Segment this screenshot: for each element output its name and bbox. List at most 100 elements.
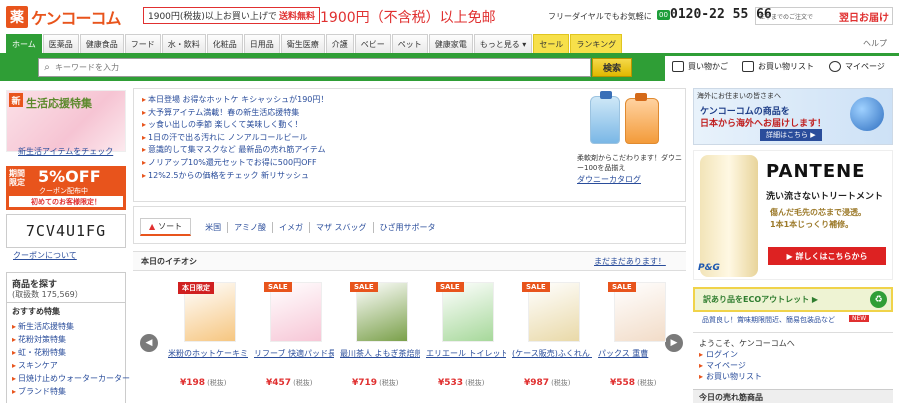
recommend-item[interactable]: スキンケア bbox=[12, 359, 130, 372]
coupon-info-link[interactable]: クーポンについて bbox=[13, 250, 77, 261]
product-price: ¥457 (税抜) bbox=[266, 378, 313, 388]
news-list: 本日登場 お得なホットケ キシャッシュが190円！大予算アイテム満載！春の新生活… bbox=[142, 94, 328, 182]
downy-bottle-orange[interactable] bbox=[625, 93, 659, 144]
new-life-caption-link[interactable]: 新生活アイテムをチェック bbox=[18, 146, 113, 157]
coupon-banner[interactable]: 期間限定 5%OFF クーポン配布中 初めてのお客様限定！ bbox=[6, 166, 126, 210]
product-name[interactable]: エリエール トイレットティシュー bbox=[426, 348, 506, 359]
nav-tab-9[interactable]: ベビー bbox=[354, 34, 391, 53]
nav-tab-2[interactable]: 健康食品 bbox=[79, 34, 124, 53]
cart-icon bbox=[672, 61, 684, 72]
product-name[interactable]: パックス 重曹 bbox=[598, 348, 678, 359]
nav-tab-5[interactable]: 化粧品 bbox=[206, 34, 243, 53]
recommend-item[interactable]: ブランド特集 bbox=[12, 385, 130, 398]
nav-tab-6[interactable]: 日用品 bbox=[243, 34, 280, 53]
pantene-tagline: 洗い流さないトリートメント bbox=[766, 192, 884, 202]
overseas-label: 海外にお住まいの皆さまへ bbox=[697, 92, 781, 100]
search-input[interactable] bbox=[55, 63, 585, 72]
tag-link[interactable]: ひざ用サポータ bbox=[372, 221, 442, 233]
delivery-big: 翌日お届け bbox=[839, 12, 889, 24]
overseas-banner[interactable]: 海外にお住まいの皆さまへ ケンコーコムの商品を 日本から海外へお届けします！ 詳… bbox=[693, 88, 893, 145]
nav-tab-0[interactable]: ホーム bbox=[6, 34, 42, 53]
news-item[interactable]: 12%2.5からの価格をチェック 新リサッシュ bbox=[142, 170, 328, 183]
free-shipping-promo[interactable]: 1900円(税抜)以上お買い上げで 送料無料 bbox=[143, 7, 320, 24]
coupon-code: 7CV4U1FG bbox=[6, 214, 126, 248]
sort-up-icon: ▲ bbox=[149, 222, 156, 231]
pg-logo: P&G bbox=[698, 263, 720, 273]
logo-kanji: 薬 bbox=[6, 6, 28, 28]
nav-tab-14[interactable]: ランキング bbox=[570, 34, 623, 53]
product-price: ¥719 (税抜) bbox=[352, 378, 399, 388]
tax-note: (税抜) bbox=[465, 379, 485, 387]
price-value: ¥558 bbox=[610, 378, 636, 388]
member-link[interactable]: ログイン bbox=[699, 349, 762, 360]
news-item[interactable]: 1日の汗で出る汚れに ノンアルコールビール bbox=[142, 132, 328, 145]
price-value: ¥719 bbox=[352, 378, 378, 388]
tag-link[interactable]: マザ スバッグ bbox=[309, 221, 373, 233]
globe-icon bbox=[850, 97, 884, 131]
product-price: ¥198 (税抜) bbox=[180, 378, 227, 388]
nav-tab-10[interactable]: ペット bbox=[391, 34, 428, 53]
nav-tab-4[interactable]: 水・飲料 bbox=[161, 34, 206, 53]
carousel-prev-button[interactable]: ◀ bbox=[140, 334, 158, 352]
mypage-label: マイページ bbox=[845, 62, 885, 71]
recommend-item[interactable]: 新生活応援特集 bbox=[12, 320, 130, 333]
downy-bottle-blue[interactable] bbox=[590, 91, 620, 144]
nav-tab-1[interactable]: 医薬品 bbox=[42, 34, 79, 53]
recommendation-more-link[interactable]: まだまだあります！ bbox=[594, 256, 666, 267]
promo-small-text: 1900円(税抜)以上お買い上げで bbox=[148, 12, 277, 22]
pantene-ad[interactable]: PANTENE 洗い流さないトリートメント 傷んだ毛先の芯まで浸透。 1本1本じ… bbox=[693, 150, 893, 280]
member-link[interactable]: マイページ bbox=[699, 360, 762, 371]
pantene-copy-line1: 傷んだ毛先の芯まで浸透。 bbox=[770, 208, 866, 217]
new-life-banner[interactable]: 新 生活応援特集 bbox=[6, 90, 126, 152]
nav-tab-7[interactable]: 衛生医療 bbox=[280, 34, 325, 53]
member-box: ようこそ、ケンコーコムへ ログインマイページお買い物リスト bbox=[693, 332, 893, 388]
tag-link[interactable]: アミノ酸 bbox=[227, 221, 272, 233]
overseas-detail-button[interactable]: 詳細はこちら ▶ bbox=[760, 129, 822, 141]
promo-translation: 1900円（不含税）以上免邮 bbox=[320, 10, 496, 26]
search-button[interactable]: 検索 bbox=[592, 58, 632, 77]
nav-tab-3[interactable]: フード bbox=[124, 34, 161, 53]
eco-outlet-banner[interactable]: 訳あり品をECOアウトレット ▶ ♻ bbox=[693, 287, 893, 312]
wishlist-link[interactable]: お買い物リスト bbox=[742, 61, 814, 72]
sort-label: ソート bbox=[158, 222, 183, 231]
member-link[interactable]: お買い物リスト bbox=[699, 371, 762, 382]
recommend-title: おすすめ特集 bbox=[12, 307, 60, 316]
product-name[interactable]: 米粉のホットケーキミックス bbox=[168, 348, 248, 359]
recommend-item[interactable]: 花粉対策特集 bbox=[12, 333, 130, 346]
next-day-delivery-banner[interactable]: 正午までのご注文で 翌日お届け bbox=[755, 7, 893, 25]
pantene-cta-button[interactable]: ▶ 詳しくはこちらから bbox=[768, 247, 886, 265]
bestseller-title: 今日の売れ筋商品 bbox=[699, 393, 763, 402]
product-name[interactable]: 最川茶人 よもぎ茶焙煎パック bbox=[340, 348, 420, 359]
help-link[interactable]: ヘルプ bbox=[863, 38, 887, 49]
coupon-sub: クーポン配布中 bbox=[39, 187, 88, 195]
welcome-text: ようこそ、ケンコーコムへ bbox=[699, 339, 795, 348]
coupon-percent: 5%OFF bbox=[38, 167, 101, 186]
news-item[interactable]: ッ食い出しの季節 楽しくて美味しく動く！ bbox=[142, 119, 328, 132]
downy-catalog-link[interactable]: ダウニーカタログ bbox=[577, 174, 641, 185]
pantene-copy: 傷んだ毛先の芯まで浸透。 1本1本じっくり補修。 bbox=[770, 207, 866, 231]
site-logo[interactable]: 薬 ケンコーコム bbox=[6, 6, 122, 28]
news-item[interactable]: ノリアップ10%還元セットでお得に500円OFF bbox=[142, 157, 328, 170]
coupon-first-time: 初めてのお客様限定！ bbox=[9, 196, 123, 207]
nav-tab-8[interactable]: 介護 bbox=[325, 34, 354, 53]
cart-link[interactable]: 買い物かご bbox=[672, 61, 728, 72]
eco-leaf-icon: ♻ bbox=[870, 291, 887, 308]
tag-link[interactable]: イメガ bbox=[272, 221, 309, 233]
recommend-item[interactable]: 虹・花粉特集 bbox=[12, 346, 130, 359]
nav-tab-11[interactable]: 健康家電 bbox=[428, 34, 473, 53]
recommend-item[interactable]: 日焼け止めウォーターカーター bbox=[12, 372, 130, 385]
product-name[interactable]: (ケース販売)ふくれん 豆乳飲料 bbox=[512, 348, 592, 359]
product-name[interactable]: リフーブ 快適パッド長時間用 bbox=[254, 348, 334, 359]
search-field[interactable]: ⌕ bbox=[38, 58, 591, 77]
sort-button[interactable]: ▲ ソート bbox=[140, 218, 192, 236]
news-item[interactable]: 意識的して集マスクなど 最新品の売れ筋アイテム bbox=[142, 144, 328, 157]
nav-tab-12[interactable]: もっと見る ▾ bbox=[473, 34, 533, 53]
nav-tab-13[interactable]: セール bbox=[533, 34, 570, 53]
eco-sub-link[interactable]: 品質良し！賞味期限間近、簡易包装品など bbox=[702, 315, 835, 325]
product-price: ¥987 (税抜) bbox=[524, 378, 571, 388]
tag-link[interactable]: 米国 bbox=[199, 222, 227, 233]
divider bbox=[7, 302, 125, 303]
mypage-link[interactable]: マイページ bbox=[829, 61, 885, 72]
news-item[interactable]: 大予算アイテム満載！春の新生活応援特集 bbox=[142, 107, 328, 120]
news-item[interactable]: 本日登場 お得なホットケ キシャッシュが190円！ bbox=[142, 94, 328, 107]
